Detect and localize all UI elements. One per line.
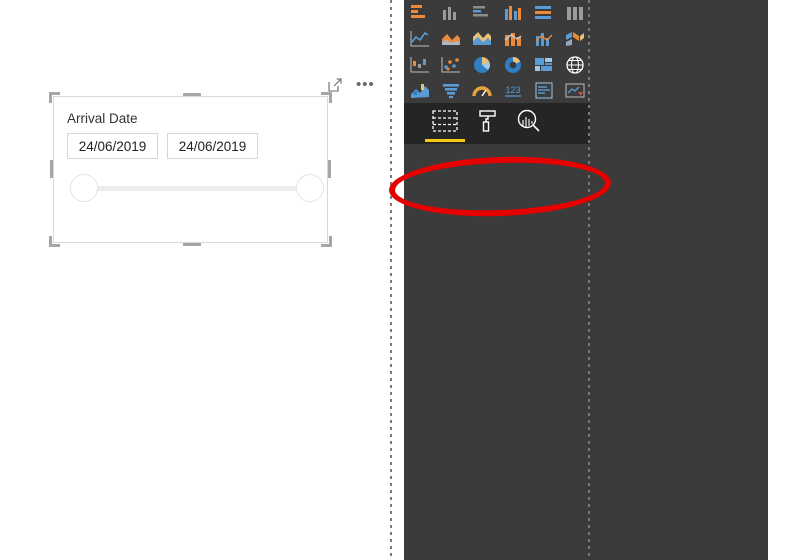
viz-icon-treemap[interactable] — [528, 52, 559, 78]
window-right-gap — [768, 0, 786, 560]
fields-tab-active-indicator — [425, 139, 465, 142]
viz-icon-line-and-clustered-column-chart[interactable] — [528, 26, 559, 52]
viz-icon-stacked-bar-chart[interactable] — [404, 0, 435, 26]
analytics-tab[interactable] — [507, 108, 551, 138]
viz-icon-waterfall-chart[interactable] — [404, 52, 435, 78]
report-canvas[interactable]: ••• Arrival Date 24/06/2019 24/06/2019 — [0, 0, 391, 560]
viz-icon-card[interactable]: 123 — [497, 78, 528, 104]
viz-icon-hundred-percent-stacked-bar-chart[interactable] — [528, 0, 559, 26]
resize-handle-top-left[interactable] — [49, 92, 60, 103]
paint-roller-icon — [477, 109, 499, 138]
magnifier-chart-icon — [516, 109, 542, 138]
viz-icon-line-chart[interactable] — [404, 26, 435, 52]
slicer-date-from-input[interactable]: 24/06/2019 — [67, 133, 158, 159]
visualizations-pane[interactable]: 123 R — [404, 0, 590, 560]
viz-icon-donut-chart[interactable] — [497, 52, 528, 78]
fields-tab[interactable] — [423, 108, 467, 138]
resize-handle-bottom-left[interactable] — [49, 236, 60, 247]
viz-icon-funnel[interactable] — [435, 78, 466, 104]
resize-handle-middle-left[interactable] — [50, 160, 53, 178]
slicer-slider-track[interactable] — [84, 186, 298, 191]
visualizations-tab-strip[interactable] — [404, 103, 590, 144]
resize-handle-bottom-right[interactable] — [321, 236, 332, 247]
visualization-type-grid[interactable]: 123 R — [404, 0, 590, 129]
fields-icon — [432, 109, 458, 137]
slicer-visual[interactable]: Arrival Date 24/06/2019 24/06/2019 — [53, 96, 328, 243]
more-options-ellipsis-icon[interactable]: ••• — [356, 77, 374, 92]
fields-pane[interactable]: Search POReference Arrival Date PO Sched… — [590, 0, 768, 560]
focus-mode-icon[interactable] — [328, 78, 342, 92]
slicer-date-to-input[interactable]: 24/06/2019 — [167, 133, 258, 159]
slicer-handle-right[interactable] — [296, 174, 324, 202]
viz-icon-stacked-area-chart[interactable] — [466, 26, 497, 52]
fields-pane-right-edge — [757, 0, 768, 560]
slicer-visual-container[interactable]: ••• Arrival Date 24/06/2019 24/06/2019 — [49, 77, 374, 247]
viz-icon-scatter-chart[interactable] — [435, 52, 466, 78]
slicer-title: Arrival Date — [67, 111, 138, 126]
viz-icon-area-chart[interactable] — [435, 26, 466, 52]
slicer-handle-left[interactable] — [70, 174, 98, 202]
viz-icon-filled-map[interactable] — [404, 78, 435, 104]
viz-icon-line-and-stacked-column-chart[interactable] — [497, 26, 528, 52]
viz-icon-kpi[interactable] — [559, 78, 590, 104]
resize-handle-bottom-center[interactable] — [183, 243, 201, 246]
viz-icon-stacked-column-chart[interactable] — [435, 0, 466, 26]
format-tab[interactable] — [466, 108, 510, 138]
viz-icon-clustered-bar-chart[interactable] — [466, 0, 497, 26]
resize-handle-middle-right[interactable] — [328, 160, 331, 178]
viz-icon-ribbon-chart[interactable] — [559, 26, 590, 52]
viz-icon-gauge[interactable] — [466, 78, 497, 104]
resize-handle-top-center[interactable] — [183, 93, 201, 96]
viz-icon-clustered-column-chart[interactable] — [497, 0, 528, 26]
viz-icon-multi-row-card[interactable] — [528, 78, 559, 104]
viz-icon-hundred-percent-stacked-column-chart[interactable] — [559, 0, 590, 26]
pane-divider-left — [390, 0, 392, 560]
resize-handle-top-right[interactable] — [321, 92, 332, 103]
visual-header-icons: ••• — [328, 77, 388, 94]
svg-text:123: 123 — [505, 85, 520, 95]
viz-icon-map[interactable] — [559, 52, 590, 78]
viz-icon-pie-chart[interactable] — [466, 52, 497, 78]
